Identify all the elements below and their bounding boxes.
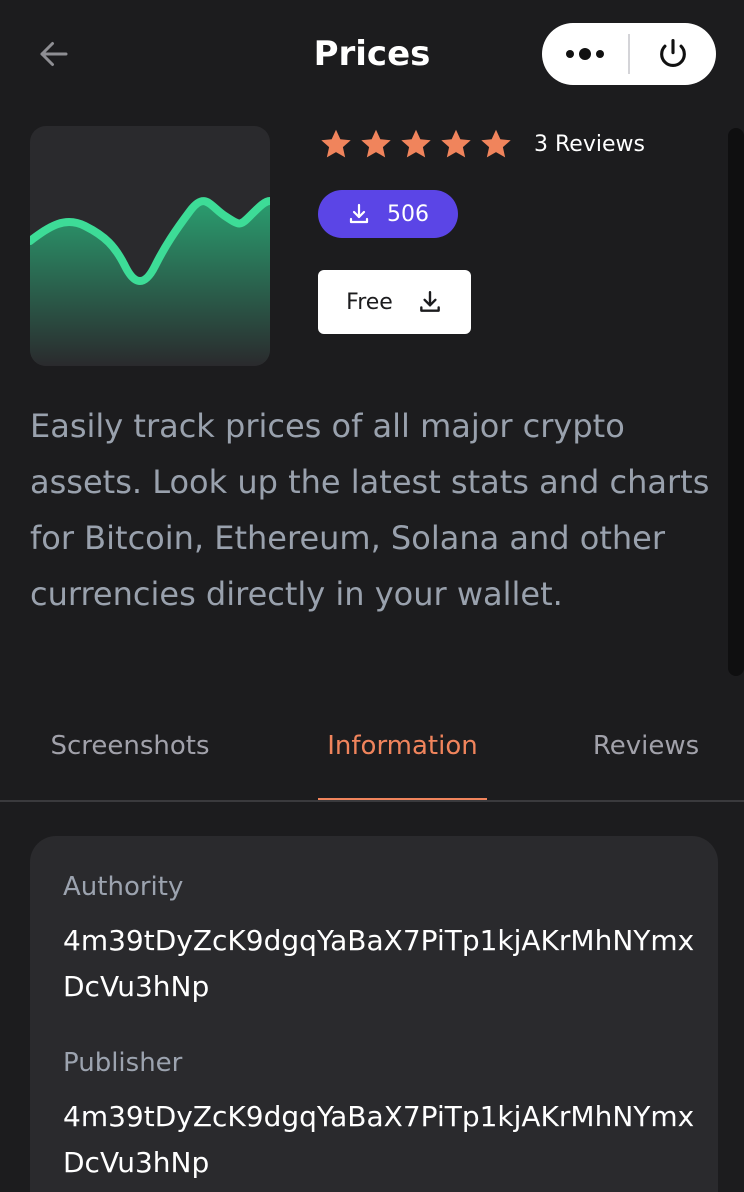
tabs-divider: [0, 800, 744, 802]
window-controls: [542, 23, 716, 85]
price-chart-icon: [30, 197, 270, 366]
rating: 3 Reviews: [318, 124, 645, 164]
star-icon: [361, 129, 391, 158]
star-icon: [401, 129, 431, 158]
download-icon: [419, 291, 440, 312]
download-icon: [349, 203, 369, 224]
app-icon: [30, 126, 270, 366]
scrollbar[interactable]: [728, 128, 744, 676]
tab-information[interactable]: Information: [318, 718, 487, 802]
app-description: Easily track prices of all major crypto …: [30, 407, 710, 613]
menu-button[interactable]: [542, 23, 628, 85]
more-dots-icon: [566, 48, 604, 60]
star-icon: [321, 129, 351, 158]
star-icon: [441, 129, 471, 158]
star-rating: [318, 126, 514, 162]
download-count-badge: 506: [318, 190, 458, 238]
app-detail-page: Prices 3 Reviews 506 Free Easily track p…: [0, 0, 744, 1192]
publisher-value: 4m39tDyZcK9dgqYaBaX7PiTp1kjAKrMhNYmxDcVu…: [63, 1100, 695, 1179]
download-count: 506: [387, 201, 429, 227]
power-icon: [660, 38, 686, 67]
power-button[interactable]: [630, 23, 716, 85]
tab-reviews[interactable]: Reviews: [580, 718, 712, 802]
authority-value: 4m39tDyZcK9dgqYaBaX7PiTp1kjAKrMhNYmxDcVu…: [63, 924, 695, 1003]
authority-label: Authority: [63, 872, 184, 902]
reviews-count[interactable]: 3 Reviews: [534, 132, 645, 157]
information-card: Authority 4m39tDyZcK9dgqYaBaX7PiTp1kjAKr…: [30, 836, 718, 1192]
free-install-button[interactable]: Free: [318, 270, 471, 334]
publisher-label: Publisher: [63, 1048, 183, 1078]
header: Prices: [0, 0, 744, 110]
tab-bar: Screenshots Information Reviews: [0, 718, 744, 802]
star-icon: [481, 129, 511, 158]
tab-screenshots[interactable]: Screenshots: [30, 718, 230, 802]
free-button-label: Free: [346, 289, 393, 315]
